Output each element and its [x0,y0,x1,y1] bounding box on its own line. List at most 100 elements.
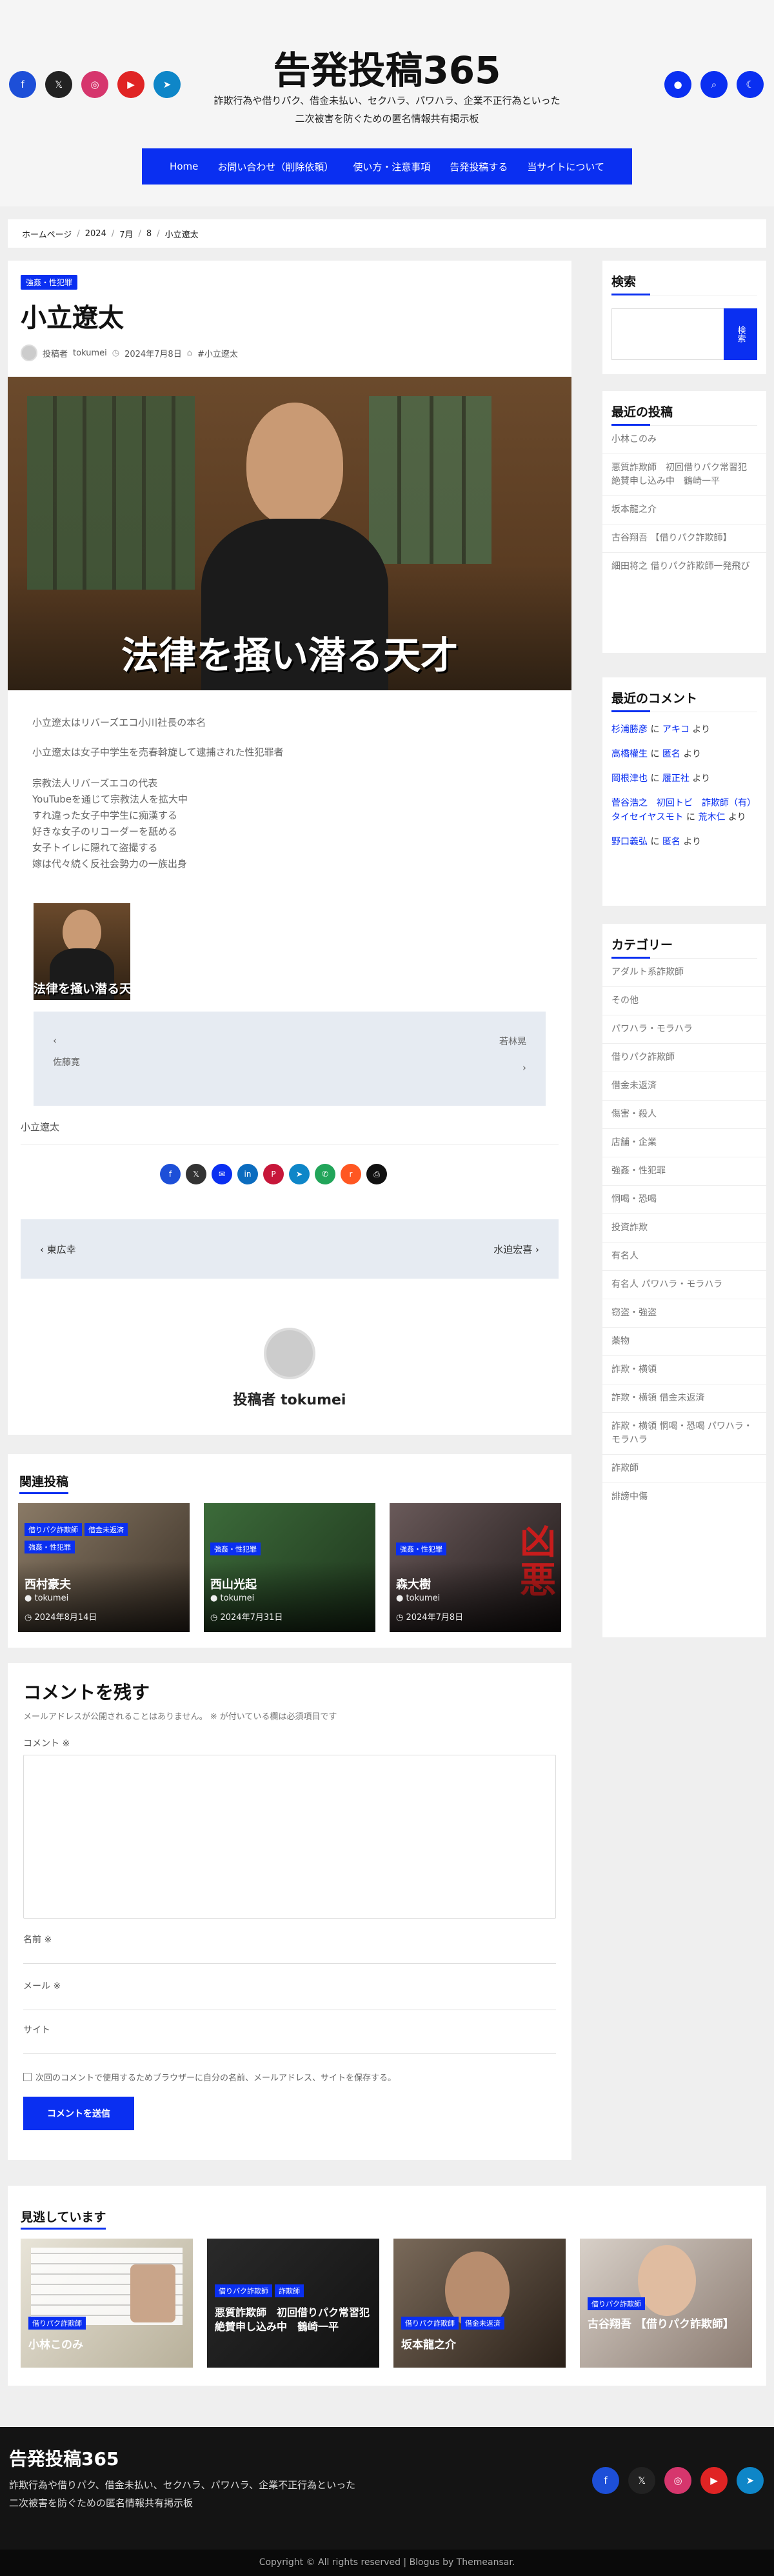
category-link[interactable]: 詐欺・横領 恫喝・恐喝 パワハラ・モラハラ [602,1413,766,1455]
breadcrumb-home[interactable]: ホームページ [22,228,72,240]
nav-home[interactable]: Home [160,161,208,172]
post-category-badge[interactable]: 強姦・性犯罪 [21,275,78,290]
badge[interactable]: 詐欺師 [275,2284,304,2297]
search-button[interactable]: 検索 [724,308,757,360]
post-date[interactable]: 2024年7月8日 [124,347,182,359]
submit-comment-button[interactable]: コメントを送信 [23,2097,134,2130]
telegram-icon[interactable]: ➤ [737,2467,764,2494]
category-link[interactable]: 有名人 [602,1243,766,1271]
author-link[interactable]: tokumei [73,348,107,358]
related-item[interactable]: 強姦・性犯罪 西山光起 ● tokumei ◷ 2024年7月31日 [204,1503,375,1632]
related-item[interactable]: 借りパク詐欺師 借金未返済 強姦・性犯罪 西村豪夫 ● tokumei ◷ 2024… [18,1503,190,1632]
share-whatsapp-icon[interactable]: ✆ [315,1164,335,1184]
post-tag-link[interactable]: 小立遼太 [21,1120,59,1133]
breadcrumb-month[interactable]: 7月 [119,228,133,240]
comment-author-link[interactable]: 杉浦勝彦 [611,724,648,735]
comment-post-link[interactable]: 履正社 [662,774,690,784]
see-more-item-title[interactable]: 古谷翔吾 【借りパク詐欺師】 [588,2317,742,2331]
youtube-icon[interactable]: ▶ [700,2467,728,2494]
author-avatar[interactable] [21,344,37,361]
category-link[interactable]: 投資詐欺 [602,1214,766,1243]
category-link[interactable]: 詐欺・横領 [602,1356,766,1384]
related-item-author-name[interactable]: tokumei [34,1593,68,1603]
nav-post[interactable]: 告発投稿する [440,160,517,174]
category-link[interactable]: パワハラ・モラハラ [602,1015,766,1044]
badge[interactable]: 借りパク詐欺師 [588,2297,645,2310]
prev-neighbor-link[interactable]: 佐藤寛 [53,1055,80,1068]
share-email-icon[interactable]: ✉ [212,1164,232,1184]
recent-post-link[interactable]: 細田将之 借りパク詐欺師一発飛び [602,553,766,581]
user-icon[interactable]: ● [664,71,691,98]
dark-mode-icon[interactable]: ☾ [737,71,764,98]
comment-author-link[interactable]: 岡根津也 [611,774,648,784]
related-item-title[interactable]: 西山光起 [210,1575,257,1592]
save-consent-checkbox[interactable] [23,2073,32,2081]
see-more-item-title[interactable]: 坂本龍之介 [401,2335,556,2351]
see-more-item[interactable]: 借りパク詐欺師 古谷翔吾 【借りパク詐欺師】 [580,2239,752,2368]
related-item-author-name[interactable]: tokumei [406,1593,440,1603]
nav-about[interactable]: 当サイトについて [517,160,614,174]
category-link[interactable]: 借りパク詐欺師 [602,1044,766,1072]
share-print-icon[interactable]: ⎙ [366,1164,387,1184]
comment-post-link[interactable]: アキコ [662,724,690,735]
prev-arrow-icon[interactable]: ‹ [53,1035,57,1046]
nav-contact[interactable]: お問い合わせ（削除依頼） [208,160,343,174]
badge[interactable]: 借りパク詐欺師 [215,2284,272,2297]
search-icon[interactable]: ⌕ [700,71,728,98]
site-title[interactable]: 告発投稿365 [0,40,774,94]
comment-author-link[interactable]: 野口義弘 [611,837,648,847]
category-link[interactable]: 詐欺・横領 借金未返済 [602,1384,766,1413]
author-name[interactable]: 投稿者 tokumei [8,1388,571,1409]
next-arrow-icon[interactable]: › [522,1062,526,1073]
related-item-date-text[interactable]: 2024年7月31日 [220,1613,283,1622]
category-link[interactable]: 店舗・企業 [602,1129,766,1157]
see-more-item[interactable]: 借りパク詐欺師 借金未返済 坂本龍之介 [393,2239,566,2368]
recent-post-link[interactable]: 坂本龍之介 [602,496,766,524]
breadcrumb-day[interactable]: 8 [146,229,152,239]
share-facebook-icon[interactable]: f [160,1164,181,1184]
x-icon[interactable]: 𝕏 [628,2467,655,2494]
see-more-item-title[interactable]: 悪質詐欺師 初回借りパク常習犯 絶賛申し込み中 鶴崎一平 [215,2306,379,2334]
post-tag[interactable]: #小立遼太 [197,347,238,359]
breadcrumb-year[interactable]: 2024 [85,229,106,239]
recent-post-link[interactable]: 古谷翔吾 【借りパク詐欺師】 [602,524,766,553]
share-x-icon[interactable]: 𝕏 [186,1164,206,1184]
comment-post-link[interactable]: 荒木仁 [699,812,726,823]
category-link[interactable]: アダルト系詐欺師 [602,959,766,987]
footer-title[interactable]: 告発投稿365 [9,2445,119,2471]
badge[interactable]: 強姦・性犯罪 [396,1543,446,1555]
prev-post-link[interactable]: ‹ 東広幸 [40,1243,76,1256]
site-input[interactable] [23,2031,556,2054]
related-item-author-name[interactable]: tokumei [220,1593,254,1603]
comment-author-link[interactable]: 高橋權生 [611,749,648,759]
category-link[interactable]: 強姦・性犯罪 [602,1157,766,1186]
category-link[interactable]: 薬物 [602,1328,766,1356]
see-more-item-title[interactable]: 小林このみ [28,2335,183,2351]
badge[interactable]: 借金未返済 [84,1523,128,1536]
email-input[interactable] [23,1987,556,2010]
related-item-title[interactable]: 森大樹 [396,1575,431,1592]
instagram-icon[interactable]: ◎ [664,2467,691,2494]
badge[interactable]: 借りパク詐欺師 [28,2317,86,2330]
share-linkedin-icon[interactable]: in [237,1164,258,1184]
comment-textarea[interactable] [23,1755,556,1919]
badge[interactable]: 借金未返済 [461,2317,504,2330]
nav-usage[interactable]: 使い方・注意事項 [343,160,440,174]
category-link[interactable]: 窃盗・強盗 [602,1299,766,1328]
badge[interactable]: 借りパク詐欺師 [401,2317,459,2330]
category-link[interactable]: 借金未返済 [602,1072,766,1101]
author-avatar[interactable] [264,1328,315,1379]
search-input[interactable] [611,308,725,360]
comment-post-link[interactable]: 匿名 [662,749,680,759]
category-link[interactable]: 有名人 パワハラ・モラハラ [602,1271,766,1299]
next-post-link[interactable]: 水迫宏喜 › [493,1243,539,1256]
share-telegram-icon[interactable]: ➤ [289,1164,310,1184]
category-link[interactable]: 詐欺師 [602,1455,766,1483]
see-more-item[interactable]: 借りパク詐欺師 小林このみ [21,2239,193,2368]
related-item-date-text[interactable]: 2024年8月14日 [34,1613,97,1622]
recent-post-link[interactable]: 悪質詐欺師 初回借りパク常習犯 絶賛申し込み中 鶴崎一平 [602,454,766,496]
badge[interactable]: 借りパク詐欺師 [25,1523,82,1536]
comment-post-link[interactable]: 匿名 [662,837,680,847]
category-link[interactable]: 誹謗中傷 [602,1483,766,1511]
related-item-title[interactable]: 西村豪夫 [25,1575,71,1592]
